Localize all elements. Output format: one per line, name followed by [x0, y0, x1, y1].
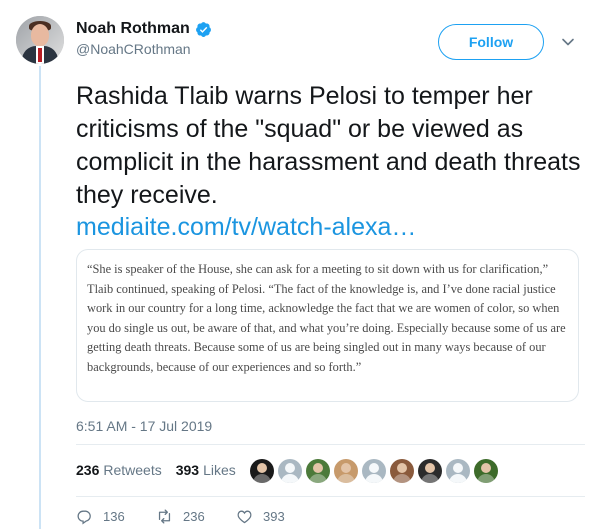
tweet-actions: 136 236 393: [76, 508, 316, 525]
chevron-down-icon[interactable]: [561, 35, 575, 49]
likes-label: Likes: [203, 462, 236, 478]
retweets-stat[interactable]: 236 Retweets: [76, 462, 162, 478]
liker-avatars: [250, 459, 498, 483]
liker-body: [393, 474, 411, 483]
liker-head: [285, 463, 295, 473]
liker-body: [309, 474, 327, 483]
follow-button[interactable]: Follow: [438, 24, 544, 60]
photo-avatar[interactable]: [334, 459, 358, 483]
liker-head: [341, 463, 351, 473]
thread-connector-line: [39, 66, 41, 529]
divider-top: [76, 444, 585, 445]
liker-body: [337, 474, 355, 483]
author-avatar[interactable]: [16, 16, 64, 64]
tweet-stats: 236 Retweets 393 Likes: [76, 462, 250, 478]
author-name-row: Noah Rothman: [76, 20, 212, 38]
verified-badge-icon: [195, 21, 211, 37]
tweet-link[interactable]: mediaite.com/tv/watch-alexa…: [76, 211, 416, 244]
link-preview-card[interactable]: “She is speaker of the House, she can as…: [76, 249, 579, 402]
liker-head: [397, 463, 407, 473]
default-avatar[interactable]: [278, 459, 302, 483]
liker-body: [449, 474, 467, 483]
retweet-count: 236: [183, 509, 205, 524]
liker-body: [253, 474, 271, 483]
default-avatar[interactable]: [446, 459, 470, 483]
like-count: 393: [263, 509, 285, 524]
liker-body: [281, 474, 299, 483]
author-handle[interactable]: @NoahCRothman: [76, 41, 212, 57]
photo-avatar[interactable]: [474, 459, 498, 483]
avatar-tie: [38, 48, 42, 62]
author-name-block[interactable]: Noah Rothman @NoahCRothman: [76, 20, 212, 57]
default-avatar[interactable]: [362, 459, 386, 483]
liker-body: [421, 474, 439, 483]
likes-count: 393: [175, 462, 200, 478]
photo-avatar[interactable]: [306, 459, 330, 483]
raiders-logo-avatar[interactable]: [250, 459, 274, 483]
retweets-count: 236: [76, 462, 100, 478]
reply-count: 136: [103, 509, 125, 524]
link-preview-text: “She is speaker of the House, she can as…: [87, 262, 566, 374]
divider-bottom: [76, 496, 585, 497]
liker-head: [481, 463, 491, 473]
tweet-text: Rashida Tlaib warns Pelosi to temper her…: [76, 82, 581, 209]
likes-stat[interactable]: 393 Likes: [176, 462, 236, 478]
retweet-icon: [158, 509, 171, 524]
liker-head: [257, 463, 267, 473]
like-action[interactable]: 393: [236, 508, 316, 525]
liker-head: [425, 463, 435, 473]
liker-head: [313, 463, 323, 473]
liker-body: [365, 474, 383, 483]
heart-icon: [237, 510, 252, 524]
retweet-action[interactable]: 236: [156, 508, 236, 525]
retweets-label: Retweets: [103, 462, 162, 478]
liker-head: [369, 463, 379, 473]
photo-avatar[interactable]: [390, 459, 414, 483]
liker-body: [477, 474, 495, 483]
tweet-timestamp[interactable]: 6:51 AM - 17 Jul 2019: [76, 418, 212, 434]
reply-action[interactable]: 136: [76, 508, 156, 525]
liker-head: [453, 463, 463, 473]
photo-avatar[interactable]: [418, 459, 442, 483]
reply-icon: [77, 510, 91, 525]
avatar-face: [31, 24, 49, 46]
author-display-name[interactable]: Noah Rothman: [76, 20, 190, 38]
